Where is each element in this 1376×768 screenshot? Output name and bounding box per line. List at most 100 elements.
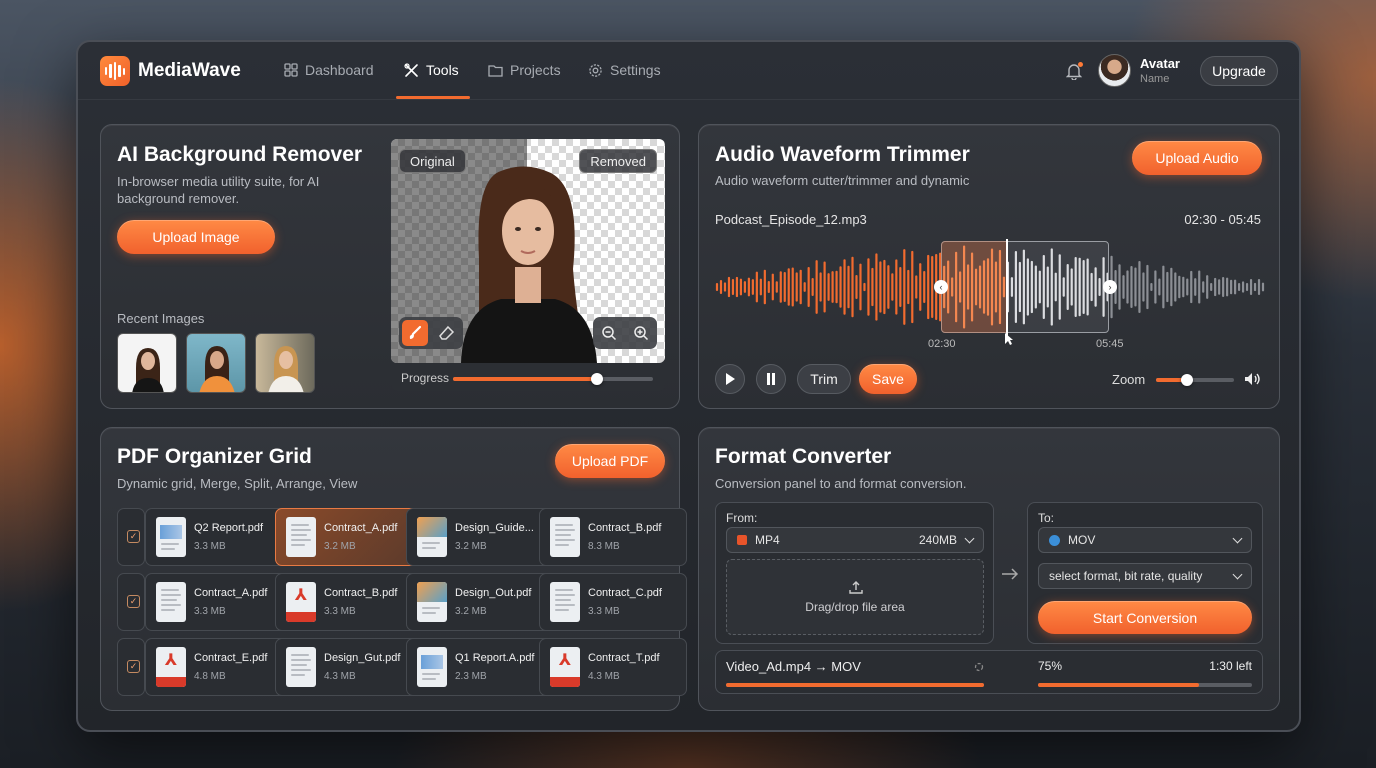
waveform-bar — [815, 260, 818, 314]
waveform-bar — [867, 258, 870, 316]
to-format-select[interactable]: MOV — [1038, 527, 1252, 553]
trim-start-handle[interactable]: ‹ — [934, 280, 948, 294]
drop-zone[interactable]: Drag/drop file area — [726, 559, 984, 635]
row-checkbox[interactable]: ✓ — [127, 660, 140, 673]
row-checkbox[interactable]: ✓ — [127, 595, 140, 608]
pdf-subtitle: Dynamic grid, Merge, Split, Arrange, Vie… — [117, 476, 358, 491]
to-label: To: — [1038, 511, 1055, 525]
progress-knob[interactable] — [591, 373, 603, 385]
waveform-bar — [727, 276, 731, 298]
waveform-bar — [739, 278, 743, 296]
nav-tools[interactable]: Tools — [404, 62, 459, 78]
drop-zone-label: Drag/drop file area — [805, 600, 905, 614]
pause-button[interactable] — [756, 364, 786, 394]
pdf-file-card[interactable]: Contract_B.pdf 8.3 MB — [539, 508, 687, 566]
brush-tool[interactable] — [402, 320, 428, 346]
playhead[interactable] — [1006, 239, 1008, 337]
pdf-file-card[interactable]: Design_Guide... 3.2 MB — [406, 508, 554, 566]
image-preview[interactable]: Original Removed — [391, 139, 665, 363]
waveform-bar — [1206, 275, 1209, 299]
waveform-bar — [755, 271, 758, 303]
nav-dashboard[interactable]: Dashboard — [284, 62, 374, 78]
waveform-bar — [1257, 279, 1261, 295]
notification-dot — [1078, 62, 1083, 67]
pdf-file-name: Design_Out.pdf — [455, 587, 532, 599]
format-options-select[interactable]: select format, bit rate, quality — [1038, 563, 1252, 589]
save-button[interactable]: Save — [859, 364, 917, 394]
from-box: From: MP4 240MB Drag/drop file area — [715, 502, 994, 644]
waveform-bar — [863, 282, 866, 292]
pdf-file-card[interactable]: Q1 Report.A.pdf 2.3 MB — [406, 638, 554, 696]
waveform-bar — [847, 265, 850, 309]
trim-button[interactable]: Trim — [797, 364, 851, 394]
start-conversion-button[interactable]: Start Conversion — [1038, 601, 1252, 634]
eraser-icon — [439, 325, 455, 340]
waveform-bar — [911, 250, 914, 324]
avatar[interactable] — [1098, 54, 1131, 87]
nav-projects[interactable]: Projects — [488, 62, 561, 78]
row-select[interactable]: ✓ — [117, 638, 145, 696]
upload-icon — [849, 581, 863, 594]
zoom-slider[interactable] — [1156, 374, 1234, 386]
recent-image-thumb[interactable] — [117, 333, 177, 393]
converter-title: Format Converter — [715, 445, 892, 468]
pdf-file-card[interactable]: Contract_A.pdf 3.3 MB — [145, 573, 293, 631]
document-thumbnail-icon — [417, 582, 447, 622]
pdf-file-size: 3.3 MB — [324, 606, 356, 617]
pdf-file-card[interactable]: Design_Gut.pdf 4.3 MB — [275, 638, 423, 696]
upload-image-button[interactable]: Upload Image — [117, 220, 275, 254]
row-select[interactable]: ✓ — [117, 573, 145, 631]
recent-images-list — [117, 333, 315, 393]
pdf-file-card[interactable]: Q2 Report.pdf 3.3 MB — [145, 508, 293, 566]
brush-toolbox — [399, 317, 463, 349]
pdf-file-size: 3.2 MB — [455, 541, 487, 552]
zoom-in-tool[interactable] — [628, 320, 654, 346]
pdf-file-card[interactable]: ⅄ Contract_B.pdf 3.3 MB — [275, 573, 423, 631]
play-button[interactable] — [715, 364, 745, 394]
upgrade-button[interactable]: Upgrade — [1200, 56, 1278, 86]
waveform-bar — [1182, 276, 1185, 298]
waveform-bar — [1186, 278, 1189, 296]
zoom-knob[interactable] — [1181, 374, 1194, 386]
waveform-bar — [1158, 278, 1161, 296]
volume-icon[interactable] — [1244, 372, 1262, 386]
trim-end-handle[interactable]: › — [1103, 280, 1117, 294]
pdf-file-size: 4.3 MB — [324, 671, 356, 682]
trim-start-time: 02:30 — [928, 338, 956, 350]
brush-icon — [409, 325, 422, 339]
pdf-file-card[interactable]: ⅄ Contract_E.pdf 4.8 MB — [145, 638, 293, 696]
waveform-bar — [763, 269, 766, 305]
upload-pdf-button[interactable]: Upload PDF — [555, 444, 665, 478]
waveform-bar — [895, 259, 898, 315]
job-progress-bar — [1038, 683, 1252, 687]
original-label: Original — [399, 149, 466, 173]
active-tab-indicator — [396, 96, 470, 99]
waveform-bar — [1202, 281, 1205, 293]
pdf-file-size: 3.2 MB — [455, 606, 487, 617]
pdf-file-card[interactable]: Design_Out.pdf 3.2 MB — [406, 573, 554, 631]
nav-settings[interactable]: Settings — [588, 62, 661, 78]
job-time-left: 1:30 left — [1209, 659, 1252, 673]
progress-slider[interactable] — [453, 373, 653, 385]
row-select[interactable]: ✓ — [117, 508, 145, 566]
pdf-file-size: 4.8 MB — [194, 671, 226, 682]
pdf-file-name: Q2 Report.pdf — [194, 522, 264, 534]
pdf-file-card[interactable]: ⅄ Contract_T.pdf 4.3 MB — [539, 638, 687, 696]
waveform-bar — [715, 283, 719, 291]
upload-audio-button[interactable]: Upload Audio — [1132, 141, 1262, 175]
eraser-tool[interactable] — [434, 320, 460, 346]
waveform-bar — [779, 271, 782, 303]
pdf-file-card[interactable]: Contract_C.pdf 3.3 MB — [539, 573, 687, 631]
arrow-right-icon — [1002, 568, 1019, 580]
recent-image-thumb[interactable] — [186, 333, 246, 393]
pdf-file-card[interactable]: Contract_A.pdf 3.2 MB — [275, 508, 423, 566]
row-checkbox[interactable]: ✓ — [127, 530, 140, 543]
zoom-out-tool[interactable] — [596, 320, 622, 346]
waveform-bar — [919, 263, 922, 311]
progress-label: Progress — [401, 371, 450, 385]
waveform-bar — [731, 278, 735, 296]
waveform-bar — [1126, 270, 1129, 304]
recent-image-thumb[interactable] — [255, 333, 315, 393]
waveform-bar — [1122, 275, 1125, 299]
from-format-select[interactable]: MP4 240MB — [726, 527, 984, 553]
